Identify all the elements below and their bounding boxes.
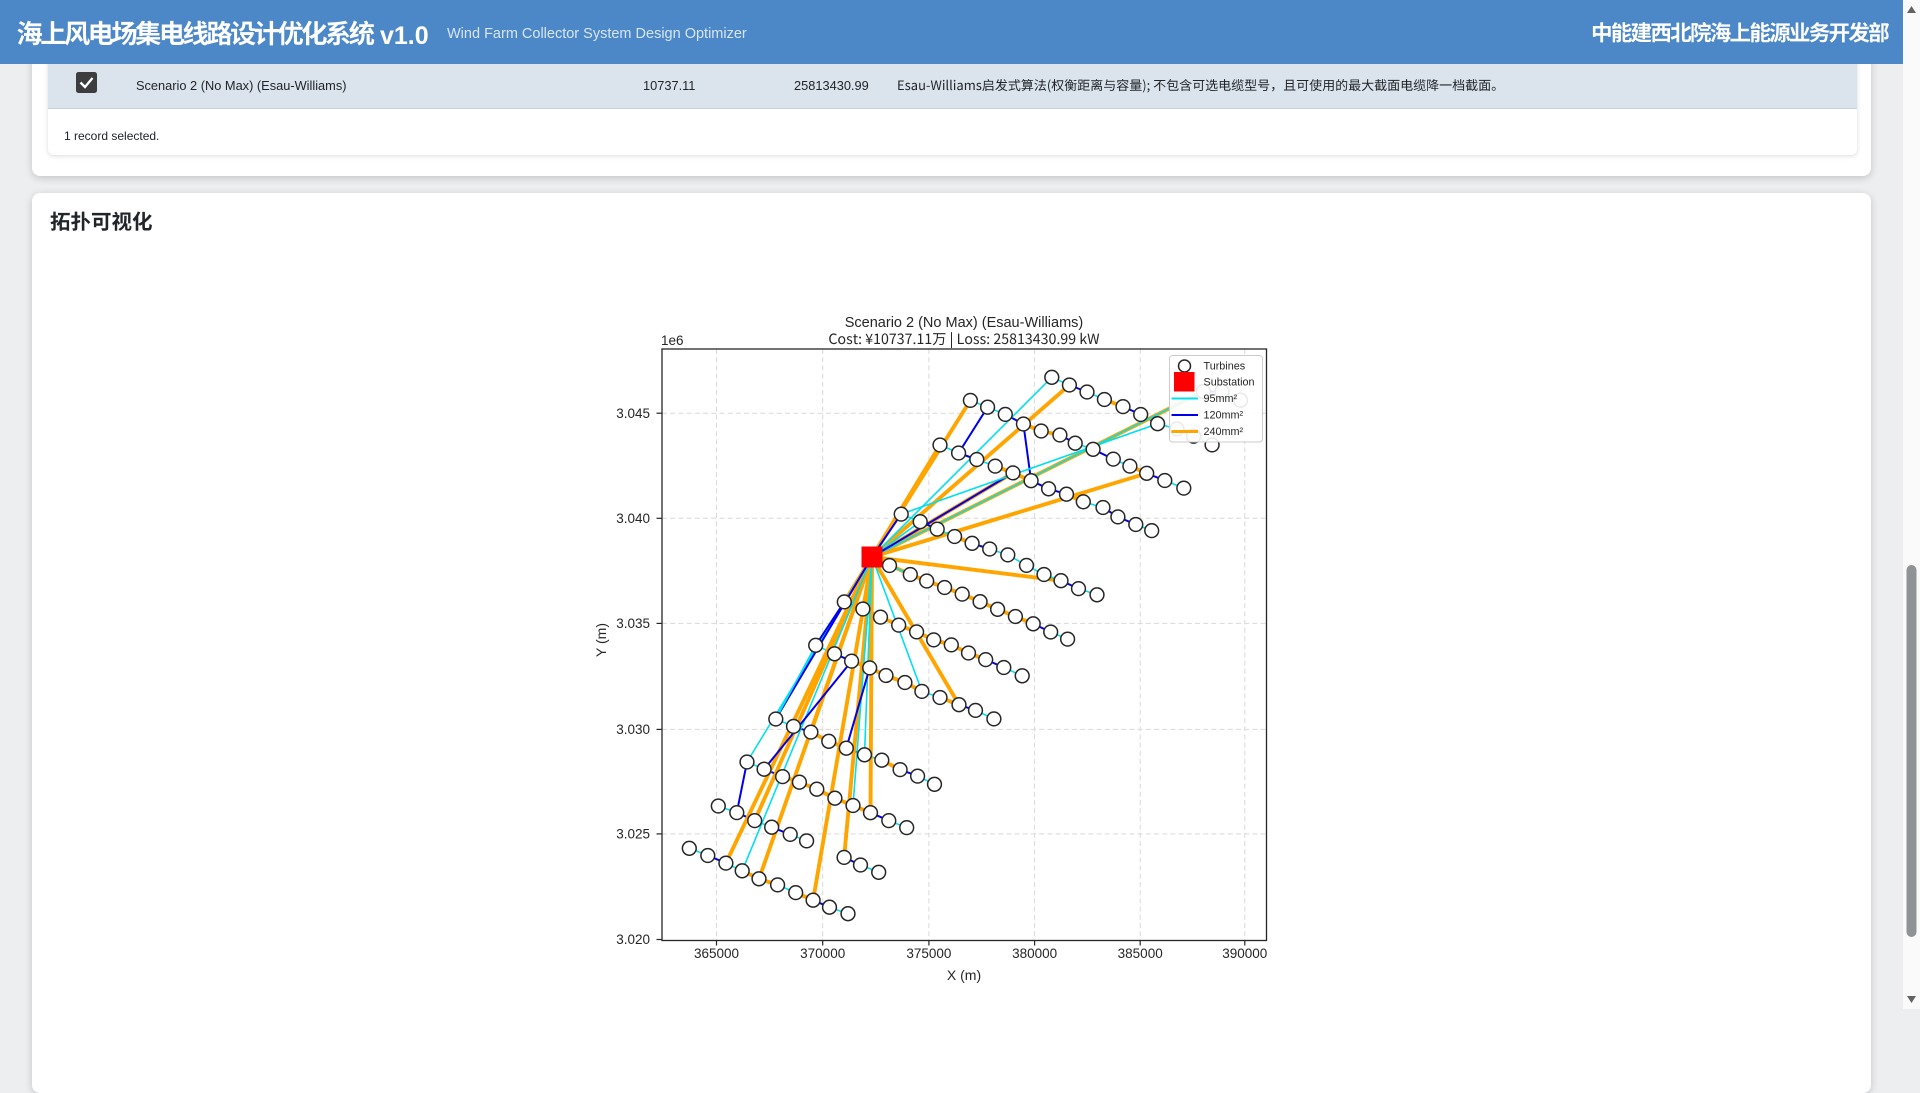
svg-text:Turbines: Turbines	[1204, 361, 1246, 373]
svg-text:Wind Farm Collector System Des: Wind Farm Collector System Design Optimi…	[447, 26, 747, 42]
svg-text:Substation: Substation	[1204, 377, 1255, 389]
svg-text:1e6: 1e6	[661, 333, 684, 348]
svg-text:3.020: 3.020	[616, 932, 650, 947]
svg-text:X (m): X (m)	[947, 967, 981, 983]
svg-text:3.025: 3.025	[616, 827, 650, 842]
svg-text:3.040: 3.040	[616, 511, 650, 526]
svg-text:v1.0: v1.0	[380, 22, 429, 50]
svg-text:365000: 365000	[694, 946, 739, 961]
svg-text:3.035: 3.035	[616, 616, 650, 631]
svg-text:3.045: 3.045	[616, 406, 650, 421]
svg-text:385000: 385000	[1118, 946, 1163, 961]
svg-text:375000: 375000	[906, 946, 951, 961]
svg-text:Scenario 2 (No Max) (Esau-Will: Scenario 2 (No Max) (Esau-Williams)	[845, 315, 1084, 331]
svg-text:370000: 370000	[800, 946, 845, 961]
svg-text:380000: 380000	[1012, 946, 1057, 961]
svg-text:240mm²: 240mm²	[1204, 426, 1244, 438]
svg-text:95mm²: 95mm²	[1204, 393, 1238, 405]
svg-text:Y (m): Y (m)	[593, 623, 609, 657]
svg-text:120mm²: 120mm²	[1204, 410, 1244, 422]
svg-text:3.030: 3.030	[616, 722, 650, 737]
svg-text:390000: 390000	[1222, 946, 1267, 961]
